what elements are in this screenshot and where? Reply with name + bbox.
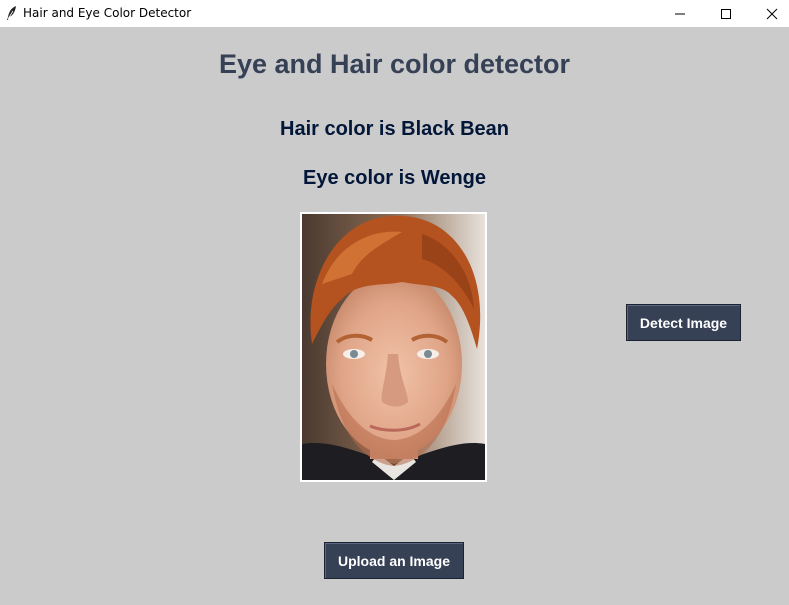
window-titlebar[interactable]: Hair and Eye Color Detector (0, 0, 789, 27)
uploaded-face-image (300, 212, 487, 482)
close-button[interactable] (749, 0, 789, 27)
maximize-icon (721, 8, 731, 19)
close-icon (766, 8, 778, 19)
minimize-button[interactable] (657, 0, 703, 27)
feather-icon (6, 5, 18, 21)
maximize-button[interactable] (703, 0, 749, 27)
upload-image-button[interactable]: Upload an Image (324, 542, 464, 579)
detect-image-button[interactable]: Detect Image (626, 304, 741, 341)
eye-color-result: Eye color is Wenge (302, 167, 487, 189)
hair-color-result: Hair color is Black Bean (280, 118, 509, 140)
page-title: Eye and Hair color detector (218, 49, 571, 79)
minimize-icon (675, 13, 685, 14)
window-title: Hair and Eye Color Detector (23, 6, 192, 20)
